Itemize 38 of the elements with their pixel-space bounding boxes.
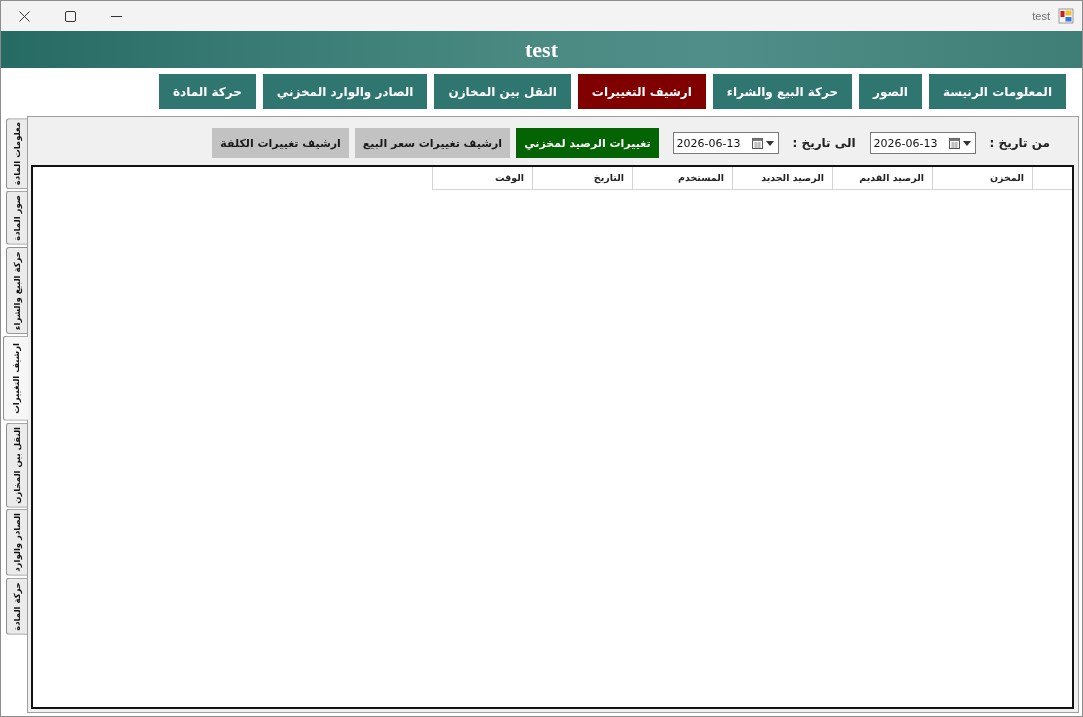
column-header[interactable]: الرصيد الجديد xyxy=(732,167,832,190)
from-date-label: من تاريخ : xyxy=(989,136,1050,150)
side-tab[interactable]: النقل بين المخازن xyxy=(6,422,27,508)
column-header[interactable]: الوقت xyxy=(432,167,532,190)
maximize-icon xyxy=(64,10,76,22)
column-header[interactable]: المستخدم xyxy=(632,167,732,190)
archive-button[interactable]: ارشيف تغييرات سعر البيع xyxy=(354,128,511,158)
minimize-icon xyxy=(110,15,122,17)
nav-button[interactable]: الصور xyxy=(859,74,922,109)
archive-button[interactable]: ارشيف تغييرات الكلفة xyxy=(212,128,349,158)
app-icon xyxy=(1058,8,1074,24)
column-header[interactable]: الرصيد القديم xyxy=(832,167,932,190)
close-icon xyxy=(18,10,30,22)
side-tab[interactable]: حركة البيع والشراء xyxy=(6,247,27,334)
side-tab[interactable]: حركة المادة xyxy=(6,578,27,636)
caret-icon xyxy=(962,140,971,146)
corner-header-cell xyxy=(1032,167,1072,190)
side-tab[interactable]: معلومات المادة xyxy=(6,118,27,190)
date-field[interactable]: 2026-06-13 xyxy=(869,132,976,154)
window-title: test xyxy=(1032,10,1050,22)
nav-button[interactable]: حركة البيع والشراء xyxy=(712,74,853,109)
nav-button[interactable]: ارشيف التغييرات xyxy=(577,74,706,109)
side-tab[interactable]: صور المادة xyxy=(6,191,27,245)
column-header[interactable]: المخزن xyxy=(932,167,1032,190)
date-field[interactable]: 2026-06-13 xyxy=(672,132,779,154)
column-header[interactable]: التاريخ xyxy=(532,167,632,190)
calendar-icon xyxy=(948,137,960,149)
side-tab[interactable]: الصادر والوارد xyxy=(6,509,27,577)
side-tab[interactable]: ارشيف التغييرات xyxy=(3,335,28,421)
nav-button[interactable]: حركة المادة xyxy=(158,74,256,109)
nav-button[interactable]: المعلومات الرنيسة xyxy=(929,74,1066,109)
archive-button[interactable]: تغييرات الرصيد لمخزني xyxy=(516,128,659,158)
caret-icon xyxy=(765,140,774,146)
calendar-icon xyxy=(751,137,763,149)
nav-button[interactable]: الصادر والوارد المخزني xyxy=(262,74,428,109)
to-date-label: الى تاريخ : xyxy=(792,136,856,150)
app-title: test xyxy=(525,36,558,63)
nav-button[interactable]: النقل بين المخازن xyxy=(434,74,571,109)
